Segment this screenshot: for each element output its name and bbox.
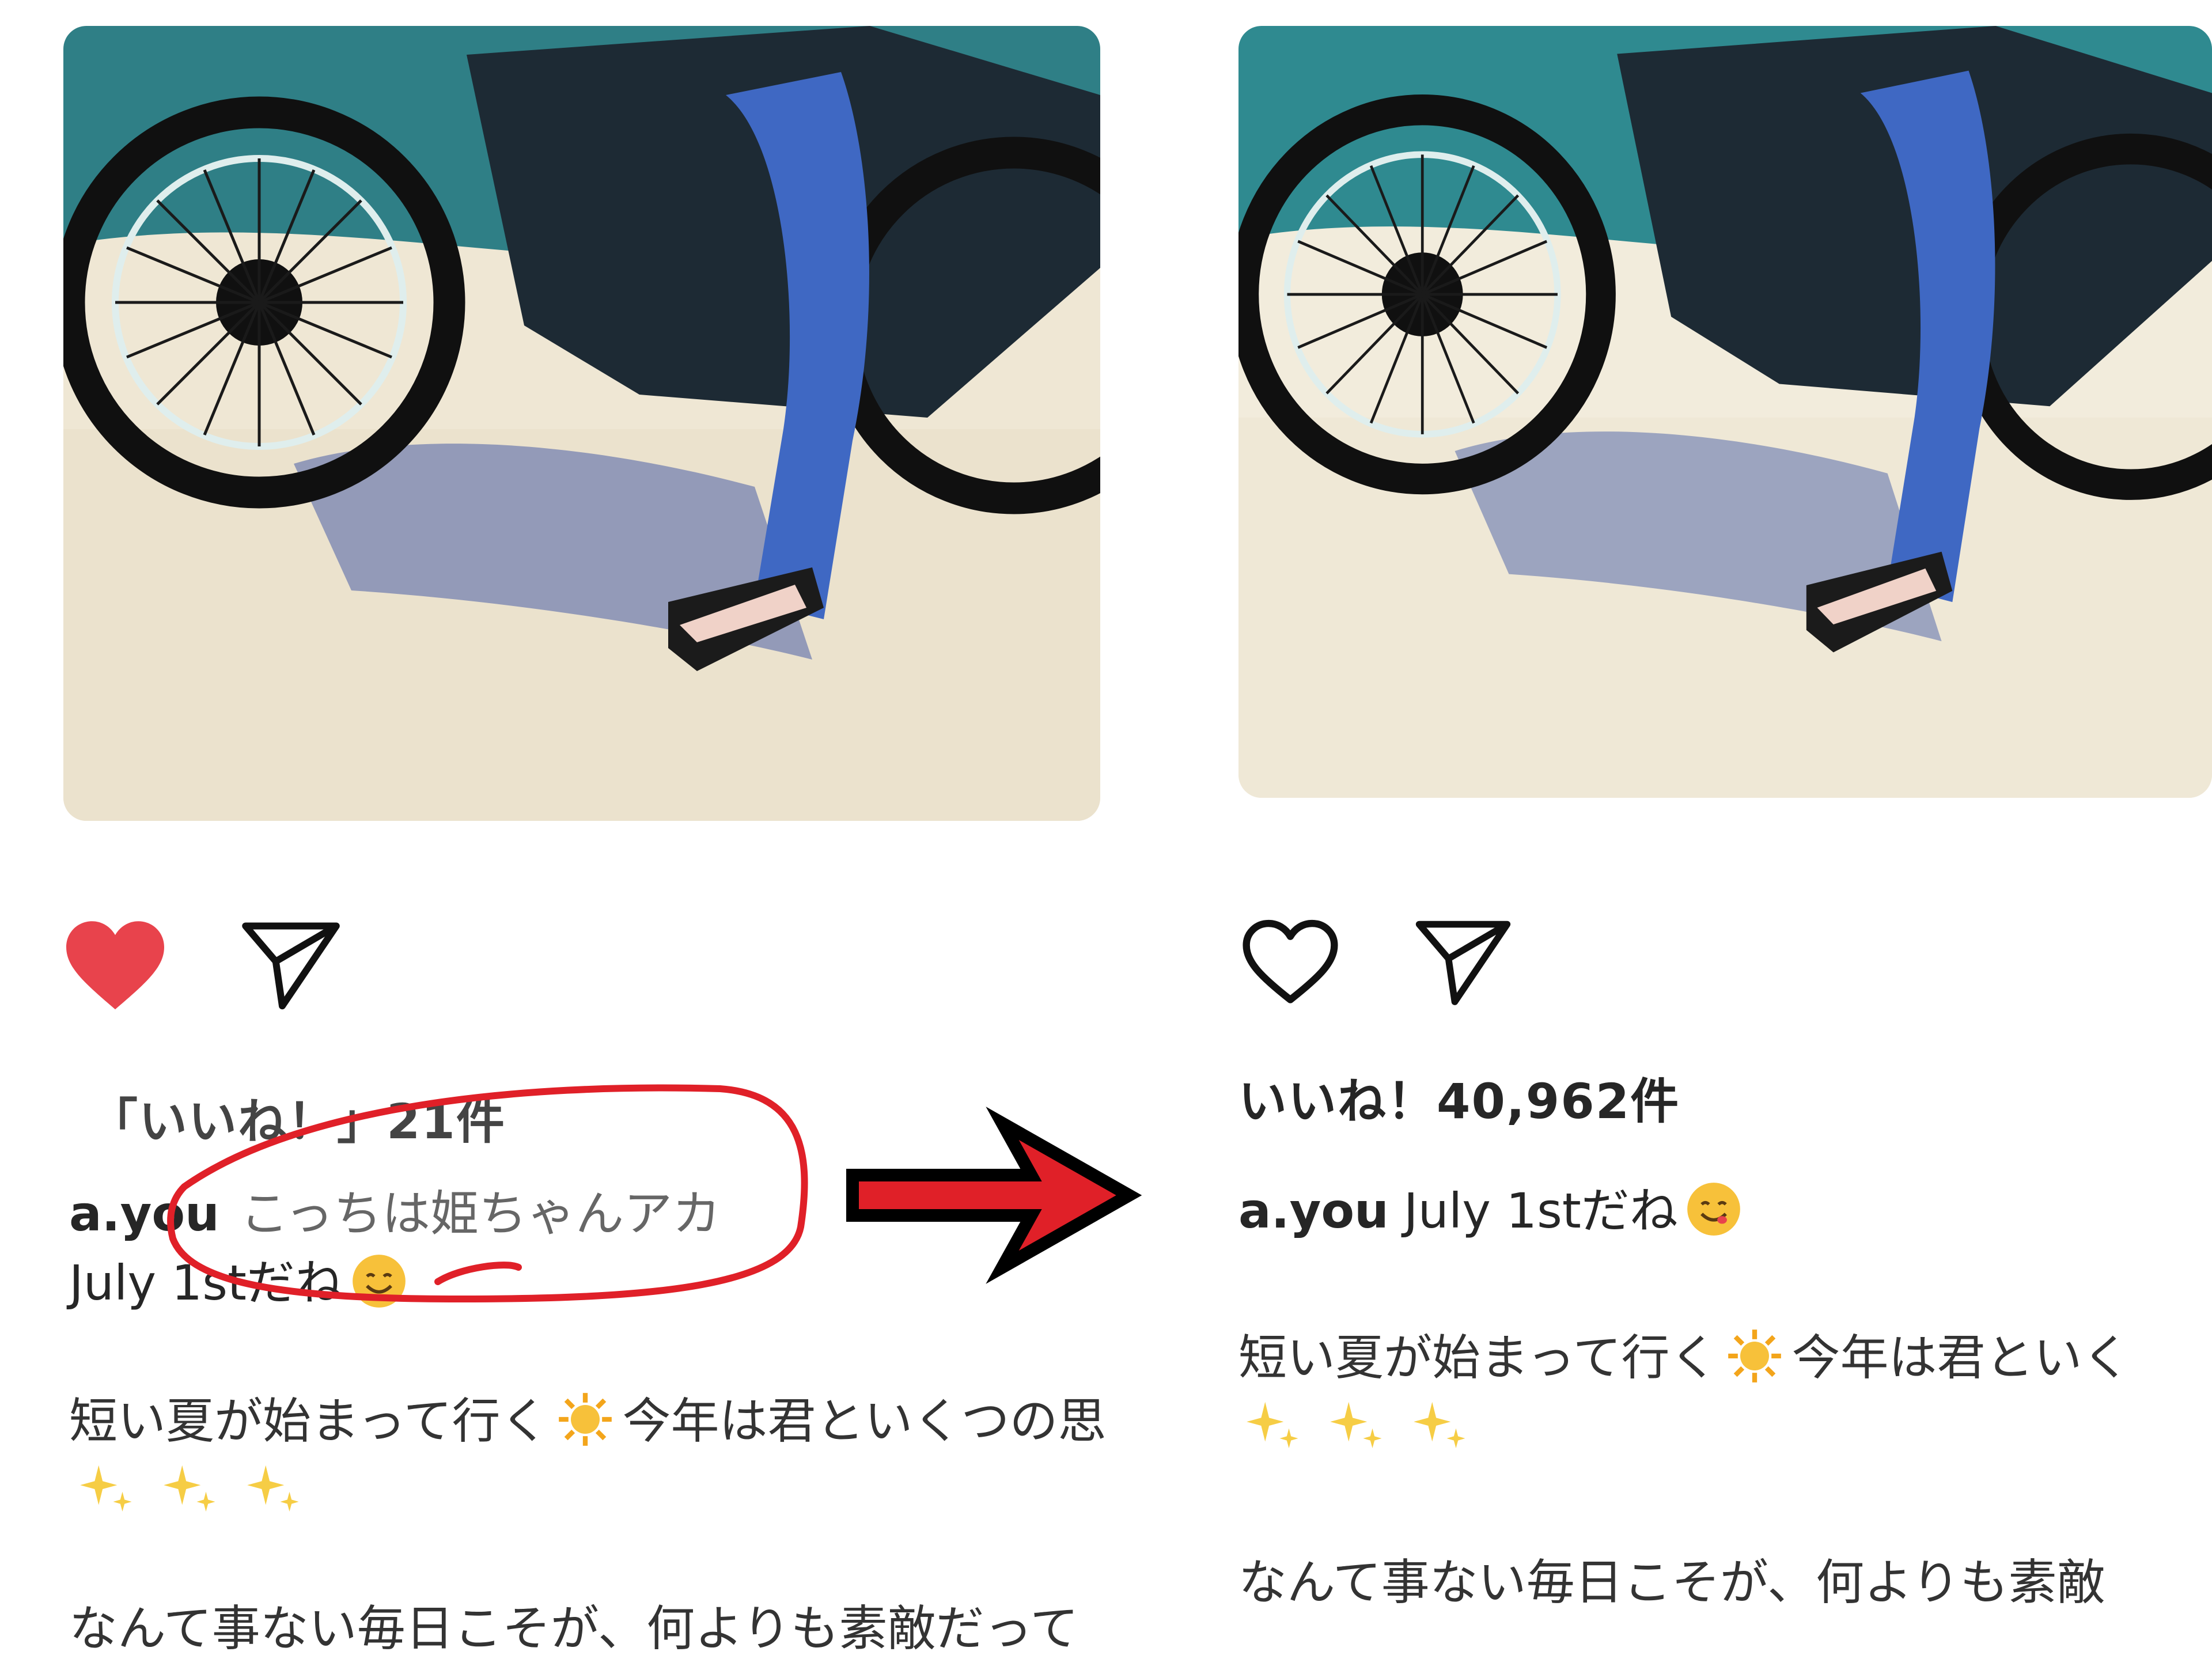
heart-outline-icon[interactable] (1238, 916, 1342, 1008)
body-text-b: 今年は君といく (1791, 1330, 2131, 1386)
sparkles-row (1241, 1394, 1492, 1460)
username-link[interactable]: a.you (69, 1185, 219, 1242)
sun-emoji (556, 1391, 614, 1448)
caption: a.you July 1stだね (1238, 1172, 1743, 1242)
caption-date-text: July 1stだね (69, 1255, 343, 1311)
smiling-face-emoji (1685, 1180, 1743, 1238)
post-body-line-2: なんて事ない毎日こそが、何よりも素敵だって (69, 1600, 1079, 1657)
body-text-b: 今年は君といくつの思 (622, 1393, 1107, 1449)
motorcycle-photo (63, 26, 1100, 821)
left-post: 「いいね！」21件 a.you こっちは姫ちゃんアカ July 1stだね 短い夏… (0, 0, 1129, 1659)
post-body-line-1: 短い夏が始まって行く 今年は君といく (1238, 1319, 2130, 1389)
post-photo[interactable] (63, 26, 1100, 821)
like-count[interactable]: いいね！40,962件 (1238, 1063, 1680, 1132)
like-count[interactable]: 「いいね！」21件 (89, 1083, 506, 1153)
action-bar (1238, 916, 1515, 1008)
right-post: いいね！40,962件 a.you July 1stだね 短い夏が始まって行く 今… (1210, 0, 2212, 1659)
sparkles-emoji (1408, 1394, 1472, 1457)
username-link[interactable]: a.you (1238, 1183, 1389, 1239)
sparkles-emoji (75, 1457, 138, 1521)
sparkles-emoji (1241, 1394, 1305, 1457)
body-text-a: 短い夏が始まって行く (69, 1393, 549, 1449)
post-photo[interactable] (1238, 26, 2212, 798)
paper-plane-icon[interactable] (239, 916, 343, 1014)
motorcycle-photo (1238, 26, 2212, 798)
body-text-a: 短い夏が始まって行く (1238, 1330, 1718, 1386)
sparkles-emoji (158, 1457, 222, 1521)
caption-text: こっちは姫ちゃんアカ (240, 1185, 721, 1242)
smiling-face-emoji (350, 1252, 408, 1310)
sun-emoji (1726, 1327, 1783, 1385)
caption-text: July 1stだね (1403, 1183, 1678, 1239)
sparkles-row (75, 1457, 325, 1523)
post-body-line-2: なんて事ない毎日こそが、何よりも素敵 (1238, 1554, 2105, 1611)
heart-filled-icon[interactable] (60, 916, 170, 1014)
sparkles-emoji (242, 1457, 305, 1521)
caption: a.you こっちは姫ちゃんアカ (69, 1175, 721, 1245)
paper-plane-icon[interactable] (1411, 916, 1515, 1008)
caption-line-2: July 1stだね (69, 1244, 408, 1314)
post-body-line-1: 短い夏が始まって行く 今年は君といくつの思 (69, 1382, 1106, 1452)
sparkles-emoji (1325, 1394, 1388, 1457)
action-bar (60, 916, 343, 1014)
